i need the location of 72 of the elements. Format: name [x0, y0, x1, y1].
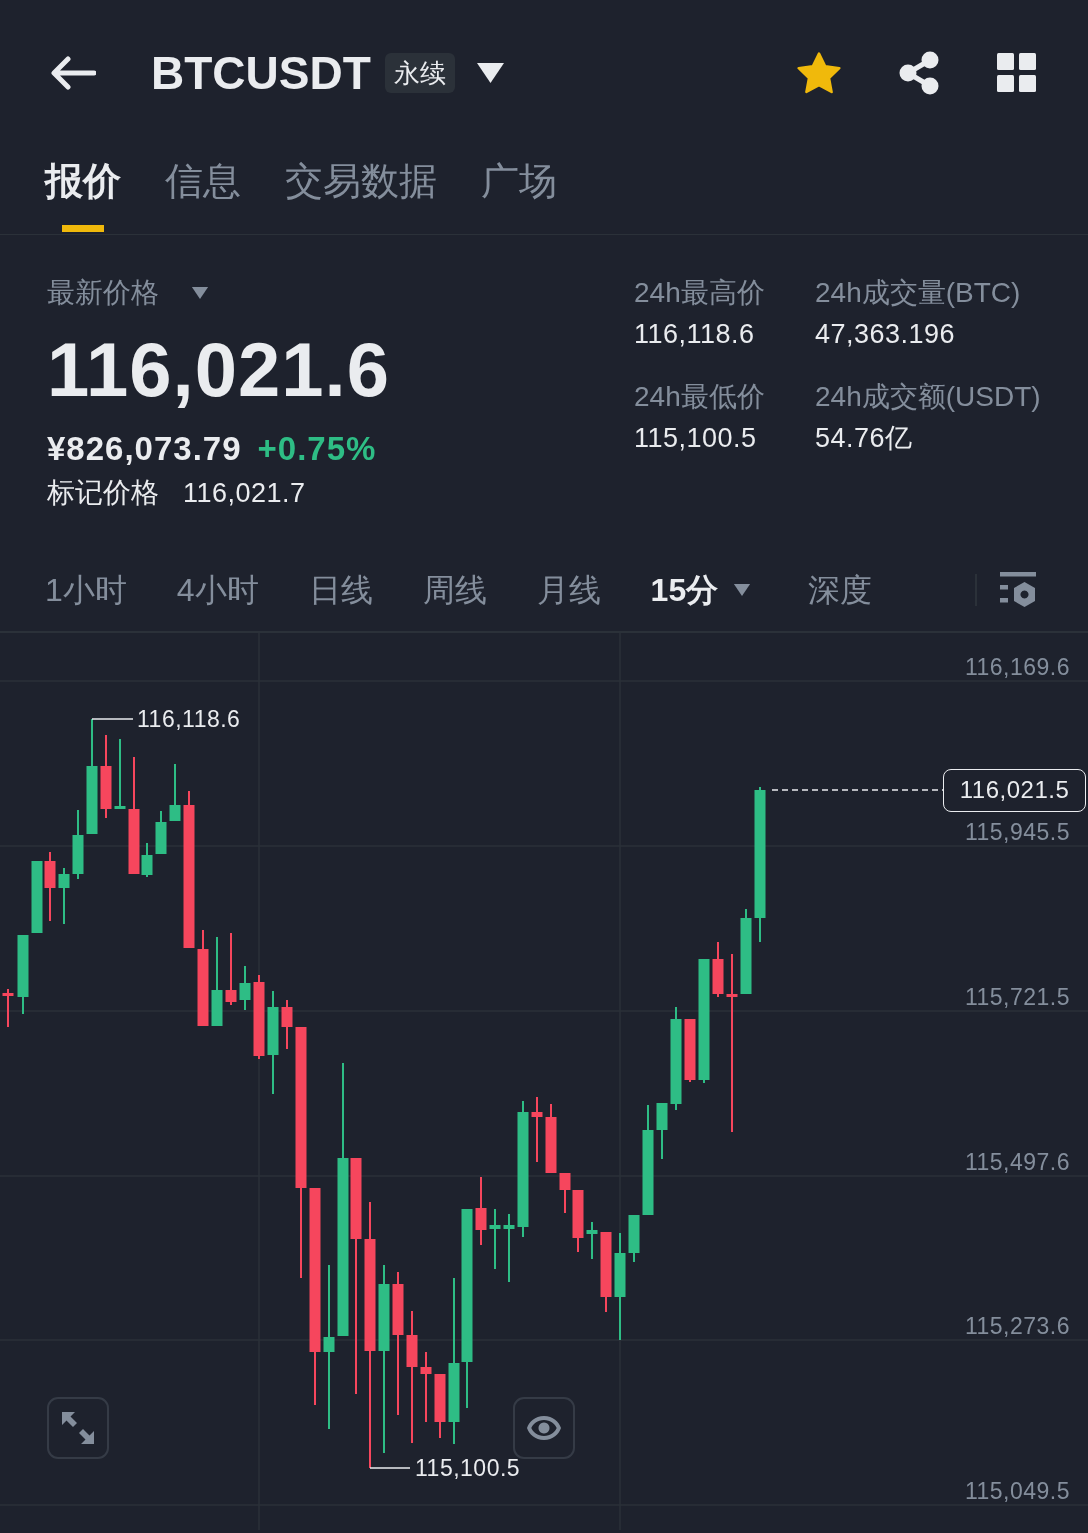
candlestick [44, 852, 56, 921]
stat-value: 115,100.5 [634, 422, 758, 455]
axis-label: 115,049.5 [964, 1478, 1070, 1504]
axis-label: 115,273.6 [964, 1313, 1070, 1339]
tab[interactable]: 信息 [165, 157, 241, 232]
candlestick [489, 1209, 501, 1269]
stat-value: 47,363.196 [815, 318, 957, 351]
interval-tab[interactable]: 月线 [536, 569, 601, 610]
candlestick [503, 1214, 515, 1282]
expand-icon [60, 1410, 96, 1446]
symbol-title: BTCUSDT [151, 45, 371, 101]
last-price: 116,021.6 [47, 330, 391, 410]
interval-tab[interactable]: 深度 [808, 569, 873, 610]
high-price-label: 116,118.6 [137, 706, 241, 732]
candlestick [58, 868, 70, 924]
candlestick [72, 810, 84, 879]
interval-tab[interactable]: 日线 [308, 569, 373, 610]
low-price-label: 115,100.5 [415, 1455, 521, 1481]
candlestick [684, 1019, 696, 1082]
interval-tab[interactable]: 15分 [650, 569, 752, 610]
axis-label: 115,497.6 [964, 1149, 1070, 1175]
mark-price-value: 116,021.7 [183, 477, 306, 510]
contract-badge: 永续 [384, 52, 455, 93]
interval-tab[interactable]: 4小时 [176, 569, 259, 610]
fullscreen-button[interactable] [47, 1397, 109, 1459]
candlestick [2, 989, 14, 1027]
share-icon[interactable] [898, 50, 940, 95]
tab[interactable]: 报价 [45, 157, 121, 232]
candlestick [420, 1352, 432, 1422]
interval-tab[interactable]: 周线 [422, 569, 487, 610]
visibility-button[interactable] [513, 1397, 575, 1459]
interval-tab[interactable]: 1小时 [45, 569, 127, 610]
stat-label: 24h成交额(USDT) [815, 380, 1041, 414]
stat-label: 24h最高价 [634, 276, 766, 310]
candlestick [531, 1097, 543, 1162]
leader-line [91, 718, 134, 720]
candlestick [225, 933, 237, 1005]
star-icon[interactable] [797, 51, 841, 94]
axis-label: 115,945.5 [964, 819, 1070, 845]
current-price-tag: 116,021.5 [943, 769, 1086, 812]
candlestick [281, 1000, 293, 1049]
eye-icon [527, 1416, 561, 1440]
mark-price-label: 标记价格 [47, 476, 159, 510]
back-icon[interactable] [50, 55, 96, 90]
candlestick [239, 966, 251, 1010]
price-change: +0.75% [257, 429, 377, 469]
candlestick [586, 1222, 598, 1259]
price-type-label: 最新价格 [47, 276, 159, 310]
candlestick [712, 942, 724, 997]
candlestick [628, 1215, 640, 1262]
settings-icon[interactable] [1000, 571, 1036, 608]
axis-label: 115,721.5 [964, 984, 1070, 1010]
stat-label: 24h成交量(BTC) [815, 276, 1022, 310]
candlestick [475, 1177, 487, 1245]
cny-price: ¥826,073.79 [47, 429, 242, 469]
stat-value: 54.76亿 [815, 422, 914, 455]
candlestick [434, 1374, 446, 1438]
leader-line [369, 1467, 411, 1469]
stat-label: 24h最低价 [634, 380, 766, 414]
candlestick [169, 764, 181, 821]
dropdown-caret-icon[interactable] [476, 62, 504, 83]
grid-icon[interactable] [997, 53, 1036, 92]
caret-icon[interactable] [191, 287, 209, 299]
candlestick [31, 861, 43, 933]
candlestick [656, 1103, 668, 1159]
stat-value: 116,118.6 [634, 318, 756, 351]
axis-label: 116,169.6 [964, 654, 1070, 680]
tab[interactable]: 广场 [481, 157, 557, 232]
tab[interactable]: 交易数据 [285, 157, 437, 232]
candlestick [155, 811, 167, 854]
candlestick [114, 739, 126, 809]
candlestick [545, 1104, 557, 1173]
